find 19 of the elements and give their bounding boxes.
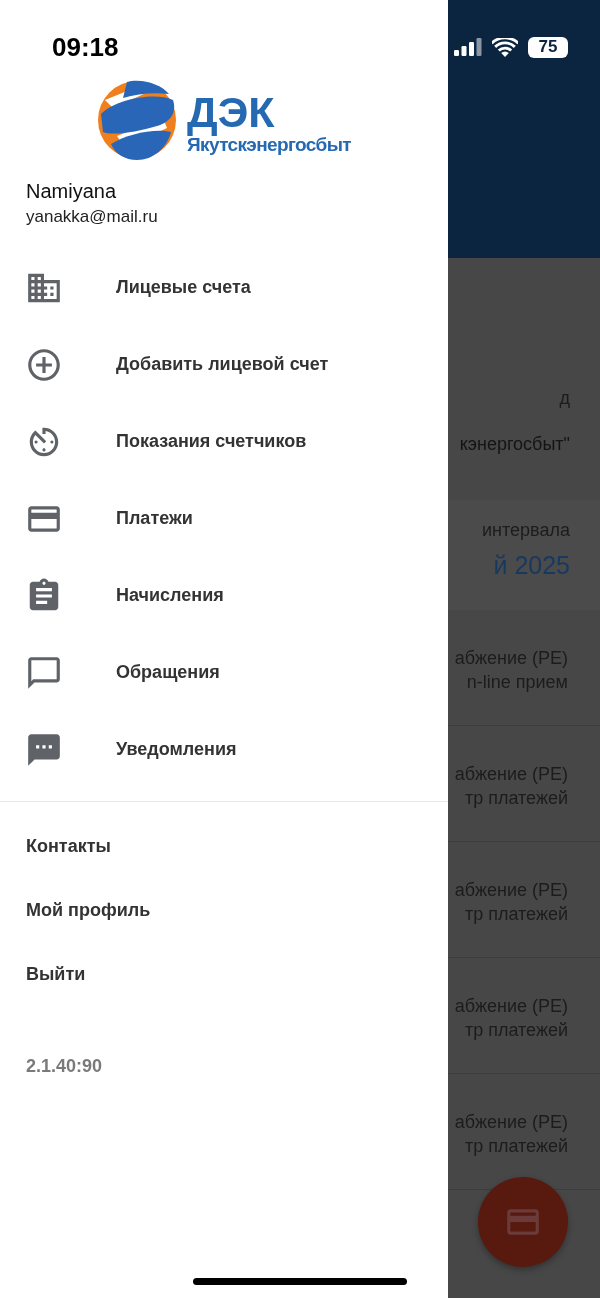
menu-link[interactable]: Мой профиль [0, 898, 151, 922]
globe-logo-icon [97, 78, 177, 162]
menu-link[interactable]: Контакты [0, 834, 111, 858]
menu-item[interactable]: Лицевые счета [0, 249, 448, 326]
menu-link[interactable]: Выйти [0, 962, 86, 986]
menu-item[interactable]: Добавить лицевой счет [0, 326, 448, 403]
wifi-icon [492, 37, 518, 57]
app-version: 2.1.40:90 [25, 1056, 103, 1077]
menu-item[interactable]: Показания счетчиков [0, 403, 448, 480]
battery-level: 75 [538, 37, 558, 57]
menu-item[interactable]: Обращения [0, 634, 448, 711]
brand-name: ДЭК [187, 90, 276, 134]
user-email: yanakka@mail.ru [26, 206, 158, 228]
menu-item[interactable]: Уведомления [0, 711, 448, 788]
menu-item[interactable]: Начисления [0, 557, 448, 634]
status-time: 09:18 [52, 32, 119, 62]
user-name: Namiyana [26, 179, 117, 204]
cellular-signal-icon [454, 38, 482, 56]
menu-item[interactable]: Платежи [0, 480, 448, 557]
